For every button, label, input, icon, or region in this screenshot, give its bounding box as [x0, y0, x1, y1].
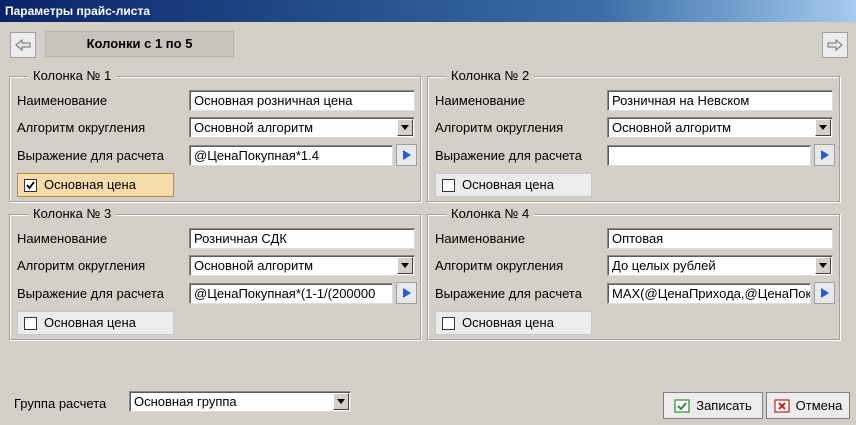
- checkbox-box: [24, 179, 37, 192]
- expression-label: Выражение для расчета: [17, 286, 164, 301]
- column-panel-title: Колонка № 2: [446, 68, 535, 84]
- column-3-algorithm-select[interactable]: Основной алгоритм: [189, 255, 415, 276]
- checkbox-box: [442, 179, 455, 192]
- column-panel-title: Колонка № 3: [28, 206, 117, 222]
- name-label: Наименование: [17, 93, 108, 108]
- column-2-main-price-checkbox[interactable]: Основная цена: [435, 173, 592, 197]
- column-3-expression-button[interactable]: [396, 282, 417, 304]
- checkbox-box: [24, 317, 37, 330]
- name-label: Наименование: [435, 93, 526, 108]
- window-title: Параметры прайс-листа: [0, 0, 856, 22]
- column-4-name-input[interactable]: Оптовая: [607, 228, 833, 249]
- calculation-group-value: Основная группа: [134, 394, 237, 409]
- cancel-button-label: Отмена: [795, 398, 843, 413]
- column-1-algorithm-value: Основной алгоритм: [194, 120, 314, 135]
- column-4-expression-input[interactable]: MAX(@ЦенаПрихода,@ЦенаПок: [607, 283, 811, 304]
- name-label: Наименование: [435, 231, 526, 246]
- column-panel-title: Колонка № 1: [28, 68, 117, 84]
- chevron-down-icon[interactable]: [333, 393, 349, 410]
- algorithm-label: Алгоритм округления: [17, 120, 146, 135]
- save-button-label: Записать: [696, 398, 752, 413]
- cancel-icon: [774, 398, 790, 413]
- algorithm-label: Алгоритм округления: [435, 120, 564, 135]
- column-3-expression-input[interactable]: @ЦенаПокупная*(1-1/(200000: [189, 283, 393, 304]
- main-price-label: Основная цена: [44, 315, 136, 330]
- arrow-right-icon: [827, 39, 843, 51]
- column-1-algorithm-select[interactable]: Основной алгоритм: [189, 117, 415, 138]
- column-3-main-price-checkbox[interactable]: Основная цена: [17, 311, 174, 335]
- expression-label: Выражение для расчета: [435, 286, 582, 301]
- column-1-main-price-checkbox[interactable]: Основная цена: [17, 173, 174, 197]
- columns-range-label: Колонки с 1 по 5: [45, 31, 234, 57]
- checkbox-box: [442, 317, 455, 330]
- column-4-main-price-checkbox[interactable]: Основная цена: [435, 311, 592, 335]
- save-icon: [674, 398, 690, 413]
- expression-label: Выражение для расчета: [435, 148, 582, 163]
- play-arrow-icon: [820, 288, 829, 298]
- column-1-expression-button[interactable]: [396, 144, 417, 166]
- column-1-name-input[interactable]: Основная розничная цена: [189, 90, 415, 111]
- column-4-algorithm-value: До целых рублей: [612, 258, 716, 273]
- column-panel-title: Колонка № 4: [446, 206, 535, 222]
- algorithm-label: Алгоритм округления: [17, 258, 146, 273]
- calculation-group-label: Группа расчета: [14, 396, 107, 411]
- name-label: Наименование: [17, 231, 108, 246]
- column-2-algorithm-select[interactable]: Основной алгоритм: [607, 117, 833, 138]
- prev-columns-button[interactable]: [10, 32, 36, 58]
- column-2-expression-button[interactable]: [814, 144, 835, 166]
- next-columns-button[interactable]: [822, 32, 848, 58]
- checkmark-icon: [26, 181, 35, 190]
- chevron-down-icon[interactable]: [397, 119, 413, 136]
- column-4-expression-button[interactable]: [814, 282, 835, 304]
- cancel-button[interactable]: Отмена: [766, 392, 850, 419]
- main-price-label: Основная цена: [462, 177, 554, 192]
- algorithm-label: Алгоритм округления: [435, 258, 564, 273]
- save-button[interactable]: Записать: [663, 392, 763, 419]
- expression-label: Выражение для расчета: [17, 148, 164, 163]
- main-price-label: Основная цена: [462, 315, 554, 330]
- column-3-name-input[interactable]: Розничная СДК: [189, 228, 415, 249]
- play-arrow-icon: [402, 150, 411, 160]
- column-2-name-input[interactable]: Розничная на Невском: [607, 90, 833, 111]
- chevron-down-icon[interactable]: [815, 257, 831, 274]
- column-1-expression-input[interactable]: @ЦенаПокупная*1.4: [189, 145, 393, 166]
- chevron-down-icon[interactable]: [397, 257, 413, 274]
- column-2-expression-input[interactable]: [607, 145, 811, 166]
- chevron-down-icon[interactable]: [815, 119, 831, 136]
- play-arrow-icon: [402, 288, 411, 298]
- column-3-algorithm-value: Основной алгоритм: [194, 258, 314, 273]
- column-4-algorithm-select[interactable]: До целых рублей: [607, 255, 833, 276]
- column-2-algorithm-value: Основной алгоритм: [612, 120, 732, 135]
- main-price-label: Основная цена: [44, 177, 136, 192]
- calculation-group-select[interactable]: Основная группа: [129, 391, 351, 412]
- arrow-left-icon: [15, 39, 31, 51]
- play-arrow-icon: [820, 150, 829, 160]
